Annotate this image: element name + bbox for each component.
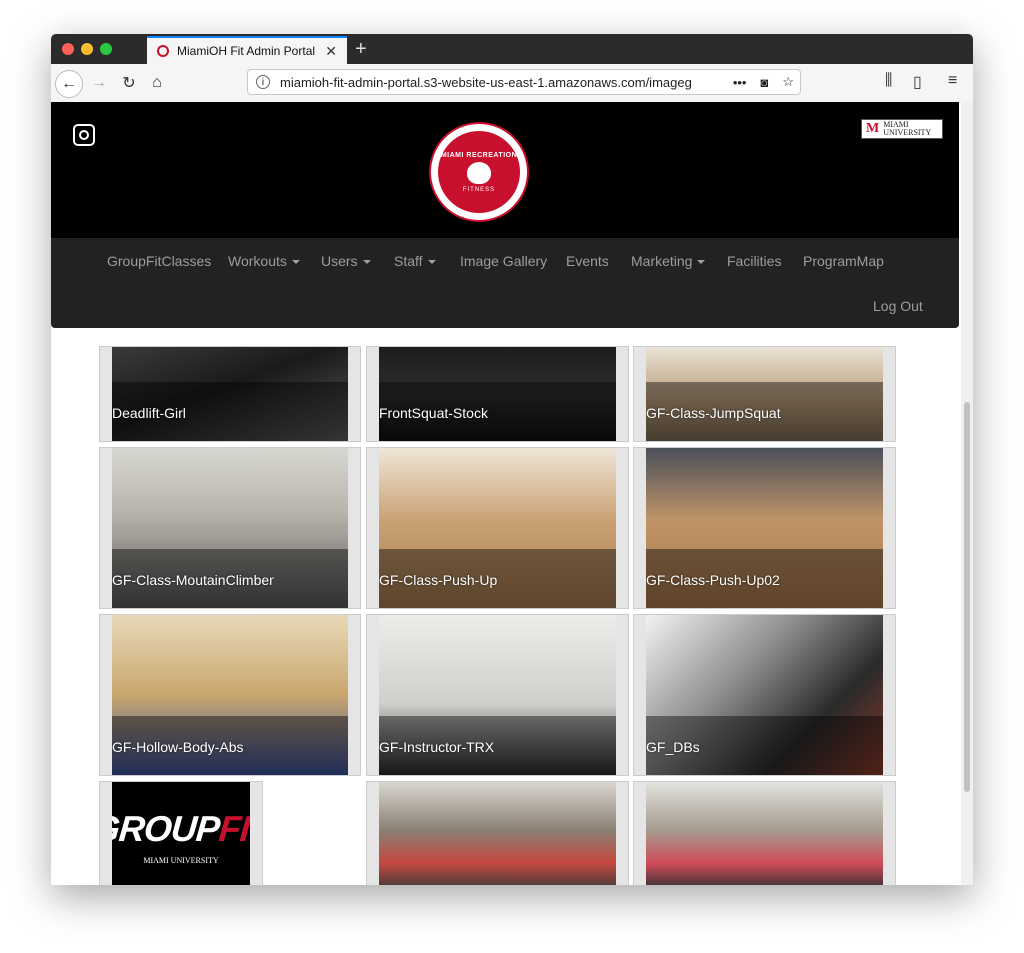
close-window-button[interactable] <box>62 43 74 55</box>
browser-tab[interactable]: MiamiOH Fit Admin Portal ✕ <box>147 36 347 64</box>
recreation-logo: MIAMI RECREATION FITNESS <box>429 122 529 222</box>
gallery-card[interactable]: Deadlift-Girl <box>99 346 361 442</box>
gallery-image: GF-Class-Push-Up02 <box>646 448 883 608</box>
gallery-card[interactable]: GF_DBs <box>633 614 896 776</box>
image-caption: GF-Class-Push-Up <box>379 572 498 588</box>
scrollbar-thumb[interactable] <box>964 402 970 792</box>
groupfit-wordmark: GROUPFIT <box>112 808 250 850</box>
image-caption: GF-Instructor-TRX <box>379 739 495 755</box>
logo-inner: MIAMI RECREATION FITNESS <box>438 131 520 213</box>
miami-university-logo[interactable]: M MIAMI UNIVERSITY <box>861 119 943 139</box>
browser-window: MiamiOH Fit Admin Portal ✕ + ← → ↻ ⌂ i m… <box>51 34 973 885</box>
groupfit-fit: FIT <box>217 807 250 849</box>
caret-down-icon <box>427 260 436 265</box>
reload-button[interactable]: ↻ <box>119 70 139 96</box>
home-button[interactable]: ⌂ <box>147 70 167 96</box>
nav-users-dropdown[interactable]: Users <box>321 253 371 269</box>
main-navbar: GroupFitClasses Workouts Users Staff Ima… <box>51 238 959 328</box>
gallery-card[interactable]: GF-Class-Push-Up <box>366 447 629 609</box>
title-bar: MiamiOH Fit Admin Portal ✕ + <box>51 34 973 64</box>
nav-staff-dropdown[interactable]: Staff <box>394 253 436 269</box>
caret-down-icon <box>291 260 300 265</box>
gallery-image: Deadlift-Girl <box>112 347 348 441</box>
new-tab-button[interactable]: + <box>355 38 367 61</box>
gallery-card[interactable]: GF-Class-Push-Up02 <box>633 447 896 609</box>
image-caption: GF-Class-MoutainClimber <box>112 572 274 588</box>
gallery-image: GF-Hollow-Body-Abs <box>112 615 348 775</box>
url-bar[interactable]: i miamioh-fit-admin-portal.s3-website-us… <box>247 69 801 95</box>
kettlebell-icon <box>467 161 491 184</box>
gallery-card[interactable] <box>633 781 896 885</box>
gallery-card[interactable]: GF-Hollow-Body-Abs <box>99 614 361 776</box>
gallery-card[interactable]: GF-Class-MoutainClimber <box>99 447 361 609</box>
page-scrollbar[interactable] <box>961 102 973 885</box>
sidebar-icon[interactable]: ▯ <box>913 72 922 92</box>
nav-programmap[interactable]: ProgramMap <box>803 253 884 269</box>
nav-marketing-label: Marketing <box>631 253 693 269</box>
page-content: MIAMI RECREATION FITNESS M MIAMI UNIVERS… <box>51 102 973 885</box>
caret-down-icon <box>697 260 706 265</box>
close-tab-icon[interactable]: ✕ <box>325 43 337 60</box>
site-info-icon[interactable]: i <box>256 75 270 89</box>
image-caption: GF-Hollow-Body-Abs <box>112 739 244 755</box>
nav-marketing-dropdown[interactable]: Marketing <box>631 253 706 269</box>
logo-top-text: MIAMI RECREATION <box>440 151 518 159</box>
bookmark-star-icon[interactable]: ☆ <box>782 74 794 90</box>
gallery-image: GF-Instructor-TRX <box>379 615 616 775</box>
mu-letter: M <box>866 121 880 136</box>
image-caption: FrontSquat-Stock <box>379 405 488 421</box>
logo-bottom-text: FITNESS <box>462 186 496 193</box>
page-actions-icon[interactable]: ••• <box>733 75 747 90</box>
url-tools: ••• ◙ ☆ <box>724 70 794 94</box>
library-icon[interactable]: ⫼ <box>885 72 892 90</box>
site-header: MIAMI RECREATION FITNESS M MIAMI UNIVERS… <box>51 102 959 238</box>
nav-image-gallery[interactable]: Image Gallery <box>460 253 547 269</box>
logout-link[interactable]: Log Out <box>873 298 923 314</box>
gallery-image: FrontSquat-Stock <box>379 347 616 441</box>
nav-events[interactable]: Events <box>566 253 609 269</box>
gallery-card[interactable]: GROUPFIT MIAMI UNIVERSITY <box>99 781 263 885</box>
image-caption: GF-Class-Push-Up02 <box>646 572 780 588</box>
url-text: miamioh-fit-admin-portal.s3-website-us-e… <box>280 74 692 90</box>
nav-groupfit[interactable]: GroupFitClasses <box>107 253 211 269</box>
favicon-icon <box>157 45 169 57</box>
gallery-image <box>379 782 616 885</box>
gallery-image: GF-Class-JumpSquat <box>646 347 883 441</box>
gallery-card[interactable]: GF-Class-JumpSquat <box>633 346 896 442</box>
pocket-icon[interactable]: ◙ <box>760 75 768 90</box>
nav-workouts-dropdown[interactable]: Workouts <box>228 253 300 269</box>
image-gallery: Deadlift-Girl FrontSquat-Stock GF-Class-… <box>99 346 912 885</box>
gallery-card[interactable]: GF-Instructor-TRX <box>366 614 629 776</box>
nav-facilities[interactable]: Facilities <box>727 253 781 269</box>
image-caption: GF-Class-JumpSquat <box>646 405 781 421</box>
mu-text: MIAMI UNIVERSITY <box>883 120 932 137</box>
nav-staff-label: Staff <box>394 253 423 269</box>
caret-down-icon <box>362 260 371 265</box>
gallery-image <box>646 782 883 885</box>
gallery-image: GF-Class-Push-Up <box>379 448 616 608</box>
minimize-window-button[interactable] <box>81 43 93 55</box>
nav-workouts-label: Workouts <box>228 253 287 269</box>
maximize-window-button[interactable] <box>100 43 112 55</box>
forward-button[interactable]: → <box>89 70 109 96</box>
back-button[interactable]: ← <box>55 70 83 98</box>
groupfit-image: GROUPFIT MIAMI UNIVERSITY <box>112 782 250 885</box>
groupfit-group: GROUP <box>112 807 221 849</box>
instagram-icon[interactable] <box>73 124 95 146</box>
image-caption: GF_DBs <box>646 739 700 755</box>
gallery-card[interactable]: FrontSquat-Stock <box>366 346 629 442</box>
gallery-card[interactable] <box>366 781 629 885</box>
image-caption: Deadlift-Girl <box>112 405 186 421</box>
gallery-image: GF_DBs <box>646 615 883 775</box>
browser-toolbar: ← → ↻ ⌂ i miamioh-fit-admin-portal.s3-we… <box>51 64 973 103</box>
tab-title: MiamiOH Fit Admin Portal <box>177 44 316 58</box>
groupfit-sub: MIAMI UNIVERSITY <box>143 855 219 865</box>
menu-icon[interactable]: ≡ <box>948 72 957 90</box>
nav-users-label: Users <box>321 253 358 269</box>
gallery-image: GF-Class-MoutainClimber <box>112 448 348 608</box>
